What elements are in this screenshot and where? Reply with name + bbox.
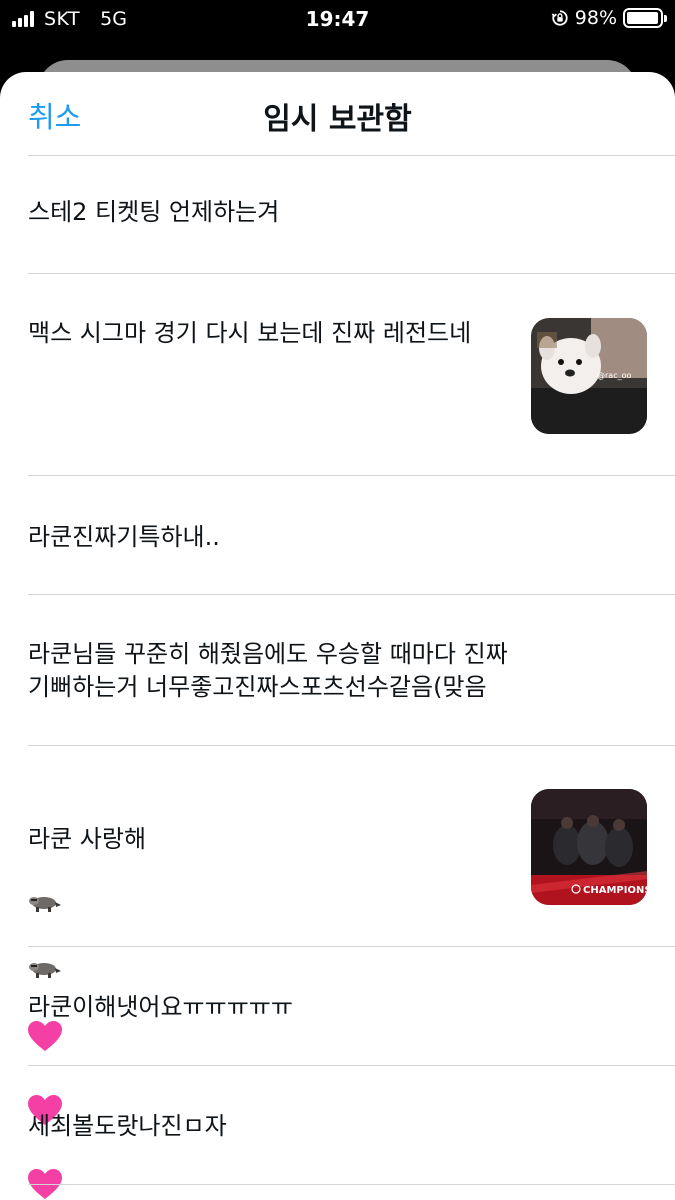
draft-image-thumbnail: CHAMPIONS — [531, 789, 647, 905]
draft-text: 세최볼도랏나진ㅁ자 — [28, 1112, 227, 1140]
rotation-lock-icon — [551, 10, 568, 26]
drafts-sheet: 취소 임시 보관함 스테2 티켓팅 언제하는겨 맥스 시그마 경기 다시 보는데… — [0, 72, 675, 1200]
draft-text: 라쿤님들 꾸준히 해줬음에도 우승할 때마다 진짜 기뻐하는거 너무좋고진짜스포… — [28, 640, 508, 701]
draft-list: 스테2 티켓팅 언제하는겨 맥스 시그마 경기 다시 보는데 진짜 레전드네 @… — [0, 156, 675, 1199]
draft-text: 스테2 티켓팅 언제하는겨 — [28, 198, 280, 226]
battery-icon — [623, 8, 667, 28]
status-right: 98% — [551, 7, 667, 29]
draft-item[interactable]: 라쿤이해냇어요ㅠㅠㅠㅠㅠ — [28, 947, 675, 1066]
sheet-header: 취소 임시 보관함 — [28, 72, 675, 156]
draft-item[interactable]: 세최볼도랏나진ㅁ자 — [28, 1066, 675, 1185]
battery-level — [627, 12, 659, 24]
raccoon-emoji — [28, 856, 62, 922]
draft-text-content: 라쿤 사랑해 — [28, 825, 147, 853]
draft-item[interactable]: 스테2 티켓팅 언제하는겨 — [28, 156, 675, 274]
draft-text: 라쿤진짜기특하내.. — [28, 523, 220, 551]
image-caption: CHAMPIONS — [583, 885, 647, 896]
puppy-photo: @rac_oo — [531, 318, 647, 434]
battery-percent: 98% — [574, 7, 617, 29]
draft-item[interactable]: 라쿤 사랑해 CHAMPIONS — [28, 746, 675, 1199]
battery-tip — [664, 15, 667, 22]
page-title: 임시 보관함 — [263, 102, 412, 137]
draft-item[interactable]: 라쿤진짜기특하내.. — [28, 476, 675, 595]
draft-item[interactable]: 맥스 시그마 경기 다시 보는데 진짜 레전드네 @rac_oo — [28, 274, 675, 476]
status-bar: SKT 5G 19:47 98% — [0, 0, 675, 38]
champions-photo: CHAMPIONS — [531, 789, 647, 905]
draft-text: 라쿤이해냇어요ㅠㅠㅠㅠㅠ — [28, 993, 293, 1021]
image-caption: @rac_oo — [597, 371, 631, 380]
draft-item[interactable]: 라쿤님들 꾸준히 해줬음에도 우승할 때마다 진짜 기뻐하는거 너무좋고진짜스포… — [28, 595, 675, 746]
draft-image-thumbnail: @rac_oo — [531, 318, 647, 434]
